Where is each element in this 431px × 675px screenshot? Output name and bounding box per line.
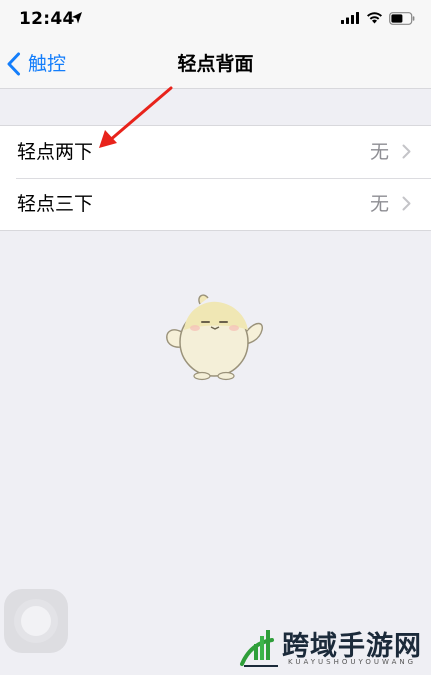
page-title: 轻点背面 bbox=[177, 53, 254, 75]
row-value: 无 bbox=[369, 193, 389, 215]
status-time: 12:44 bbox=[19, 9, 75, 29]
mascot-illustration-icon bbox=[166, 294, 263, 381]
assistive-touch-dot bbox=[21, 606, 51, 636]
annotation-arrow-icon bbox=[99, 86, 173, 148]
chevron-right-icon bbox=[402, 196, 411, 211]
wifi-icon bbox=[367, 12, 382, 24]
watermark: 跨域手游网 KUAYUSHOUYOUWANG bbox=[238, 618, 428, 674]
row-label: 轻点三下 bbox=[17, 193, 94, 215]
location-arrow-icon bbox=[72, 12, 82, 24]
battery-icon bbox=[389, 12, 415, 25]
cellular-signal-icon bbox=[341, 12, 359, 24]
screen: 12:44 触控 轻点背面 轻点两下 无 轻点三下 无 跨域手游网 KUAYUS… bbox=[0, 0, 431, 675]
navigation-bar: 触控 轻点背面 bbox=[0, 40, 431, 89]
row-value: 无 bbox=[369, 141, 389, 163]
chevron-right-icon bbox=[402, 144, 411, 159]
assistive-touch-button[interactable] bbox=[4, 589, 68, 653]
list-row-double-tap[interactable]: 轻点两下 无 bbox=[0, 126, 431, 178]
status-bar: 12:44 bbox=[0, 0, 431, 40]
watermark-subtext: KUAYUSHOUYOUWANG bbox=[288, 658, 417, 666]
watermark-logo-icon bbox=[240, 630, 278, 667]
list-row-triple-tap[interactable]: 轻点三下 无 bbox=[0, 178, 431, 230]
settings-list: 轻点两下 无 轻点三下 无 bbox=[0, 125, 431, 231]
row-label: 轻点两下 bbox=[17, 141, 94, 163]
